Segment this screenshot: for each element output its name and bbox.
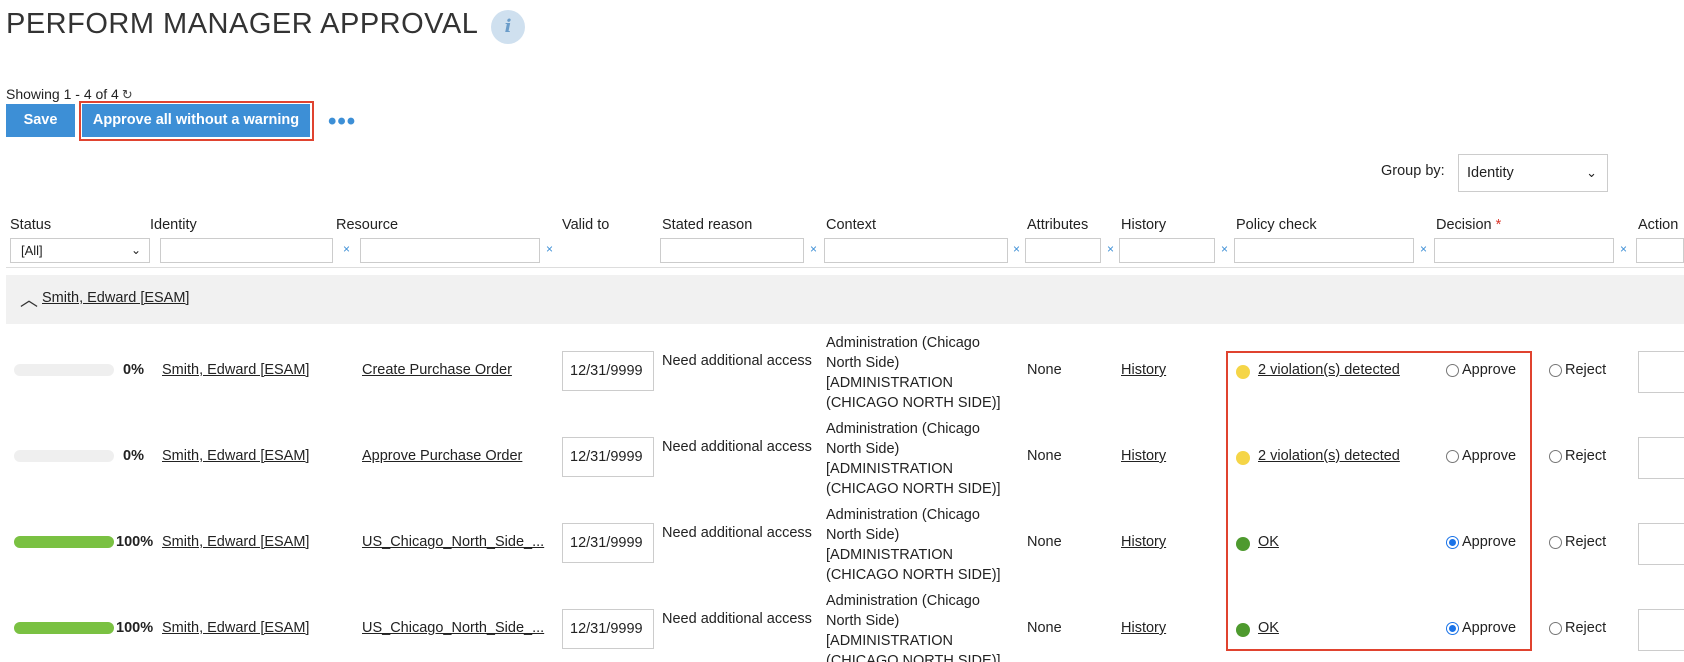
action-field[interactable] xyxy=(1638,351,1684,393)
valid-to-field[interactable]: 12/31/9999 xyxy=(562,523,654,563)
context-filter-input[interactable] xyxy=(824,238,1008,263)
clear-attributes-filter-icon[interactable]: × xyxy=(1107,242,1114,256)
history-link[interactable]: History xyxy=(1121,448,1166,464)
approve-all-highlight xyxy=(79,101,314,141)
attributes-value: None xyxy=(1027,448,1062,464)
column-header-context[interactable]: Context xyxy=(826,217,876,233)
resource-link[interactable]: US_Chicago_North_Side_... xyxy=(362,534,544,550)
valid-to-field[interactable]: 12/31/9999 xyxy=(562,437,654,477)
progress-percent: 100% xyxy=(116,534,154,550)
column-header-decision[interactable]: Decision * xyxy=(1436,217,1501,233)
stated-reason: Need additional access xyxy=(662,525,812,541)
reject-radio[interactable] xyxy=(1549,364,1562,377)
chevron-up-icon[interactable]: ︿ xyxy=(20,286,38,312)
context-text: Administration (Chicago North Side) [ADM… xyxy=(826,335,1001,411)
info-icon[interactable]: i xyxy=(491,10,525,44)
page-title: PERFORM MANAGER APPROVAL xyxy=(6,8,479,40)
reject-radio-label[interactable]: Reject xyxy=(1565,448,1606,464)
required-marker: * xyxy=(1495,217,1502,233)
progress-percent: 0% xyxy=(123,362,144,378)
chevron-down-icon: ⌄ xyxy=(130,243,141,257)
action-field[interactable] xyxy=(1638,523,1684,565)
attributes-filter-input[interactable] xyxy=(1025,238,1101,263)
group-header-row[interactable]: ︿ Smith, Edward [ESAM] xyxy=(6,275,1684,324)
stated-reason: Need additional access xyxy=(662,353,812,369)
valid-to-field[interactable]: 12/31/9999 xyxy=(562,351,654,391)
progress-bar xyxy=(14,450,114,462)
context-text: Administration (Chicago North Side) [ADM… xyxy=(826,421,1001,497)
identity-link[interactable]: Smith, Edward [ESAM] xyxy=(162,620,309,636)
history-filter-input[interactable] xyxy=(1119,238,1215,263)
reject-radio[interactable] xyxy=(1549,536,1562,549)
progress-fill xyxy=(14,622,114,634)
progress-bar xyxy=(14,622,114,634)
identity-link[interactable]: Smith, Edward [ESAM] xyxy=(162,448,309,464)
clear-policy-filter-icon[interactable]: × xyxy=(1420,242,1427,256)
action-field[interactable] xyxy=(1638,437,1684,479)
reject-radio-label[interactable]: Reject xyxy=(1565,534,1606,550)
clear-identity-filter-icon[interactable]: × xyxy=(343,242,350,256)
clear-decision-filter-icon[interactable]: × xyxy=(1620,242,1627,256)
column-header-identity[interactable]: Identity xyxy=(150,217,197,233)
refresh-icon[interactable]: ↻ xyxy=(122,87,133,102)
column-header-attributes[interactable]: Attributes xyxy=(1027,217,1088,233)
stated-reason: Need additional access xyxy=(662,439,812,455)
identity-link[interactable]: Smith, Edward [ESAM] xyxy=(162,362,309,378)
clear-history-filter-icon[interactable]: × xyxy=(1221,242,1228,256)
reject-radio-label[interactable]: Reject xyxy=(1565,362,1606,378)
history-link[interactable]: History xyxy=(1121,620,1166,636)
reject-radio[interactable] xyxy=(1549,450,1562,463)
column-header-resource[interactable]: Resource xyxy=(336,217,398,233)
column-header-policy-check[interactable]: Policy check xyxy=(1236,217,1317,233)
progress-fill xyxy=(14,536,114,548)
header-divider xyxy=(6,267,1684,268)
history-link[interactable]: History xyxy=(1121,534,1166,550)
reject-radio[interactable] xyxy=(1549,622,1562,635)
attributes-value: None xyxy=(1027,362,1062,378)
clear-reason-filter-icon[interactable]: × xyxy=(810,242,817,256)
identity-link[interactable]: Smith, Edward [ESAM] xyxy=(162,534,309,550)
group-by-label: Group by: xyxy=(1381,163,1445,179)
progress-percent: 100% xyxy=(116,620,154,636)
resource-filter-input[interactable] xyxy=(360,238,540,263)
attributes-value: None xyxy=(1027,534,1062,550)
group-by-select[interactable]: Identity ⌄ xyxy=(1458,154,1608,192)
resource-link[interactable]: Approve Purchase Order xyxy=(362,448,522,464)
column-header-action[interactable]: Action xyxy=(1638,217,1678,233)
action-field[interactable] xyxy=(1638,609,1684,651)
progress-percent: 0% xyxy=(123,448,144,464)
stated-reason: Need additional access xyxy=(662,611,812,627)
column-header-valid-to[interactable]: Valid to xyxy=(562,217,609,233)
decision-header-label: Decision xyxy=(1436,217,1492,233)
decision-filter-input[interactable] xyxy=(1434,238,1614,263)
progress-bar xyxy=(14,536,114,548)
more-actions-icon[interactable]: ••• xyxy=(328,110,356,134)
group-identity-link[interactable]: Smith, Edward [ESAM] xyxy=(42,290,189,306)
policy-filter-input[interactable] xyxy=(1234,238,1414,263)
resource-link[interactable]: US_Chicago_North_Side_... xyxy=(362,620,544,636)
save-button[interactable]: Save xyxy=(6,104,75,137)
reason-filter-input[interactable] xyxy=(660,238,804,263)
action-filter-input[interactable] xyxy=(1636,238,1684,263)
reject-radio-label[interactable]: Reject xyxy=(1565,620,1606,636)
identity-filter-input[interactable] xyxy=(160,238,333,263)
attributes-value: None xyxy=(1027,620,1062,636)
column-header-stated-reason[interactable]: Stated reason xyxy=(662,217,752,233)
valid-to-field[interactable]: 12/31/9999 xyxy=(562,609,654,649)
context-text: Administration (Chicago North Side) [ADM… xyxy=(826,507,1001,583)
status-filter-select[interactable]: [All] ⌄ xyxy=(10,238,150,263)
context-text: Administration (Chicago North Side) [ADM… xyxy=(826,593,1001,662)
chevron-down-icon: ⌄ xyxy=(1586,165,1597,180)
clear-resource-filter-icon[interactable]: × xyxy=(546,242,553,256)
history-link[interactable]: History xyxy=(1121,362,1166,378)
column-header-status[interactable]: Status xyxy=(10,217,51,233)
status-filter-value: [All] xyxy=(21,243,43,258)
resource-link[interactable]: Create Purchase Order xyxy=(362,362,512,378)
result-count-text: Showing 1 - 4 of 4 xyxy=(6,86,119,102)
group-by-value: Identity xyxy=(1467,165,1514,181)
progress-bar xyxy=(14,364,114,376)
clear-context-filter-icon[interactable]: × xyxy=(1013,242,1020,256)
policy-decision-highlight xyxy=(1226,351,1532,651)
column-header-history[interactable]: History xyxy=(1121,217,1166,233)
